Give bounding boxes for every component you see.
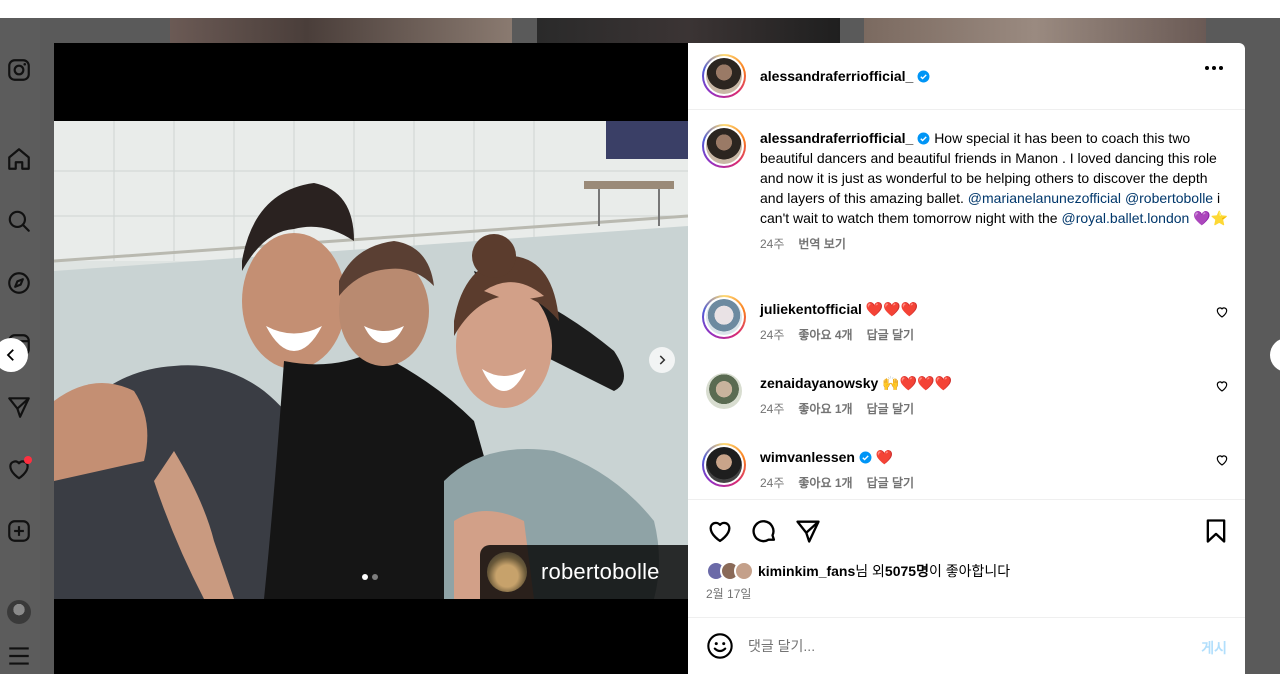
post-comment-button[interactable]: 게시 — [1201, 638, 1227, 658]
commenter-username[interactable]: zenaidayanowsky — [760, 375, 878, 391]
emoji-icon[interactable] — [706, 632, 734, 660]
browser-top-strip — [0, 0, 1280, 18]
reply-button[interactable]: 답글 달기 — [867, 473, 915, 493]
comment-icon[interactable] — [750, 517, 778, 545]
carousel-dot — [372, 574, 378, 580]
carousel-dots — [362, 574, 378, 580]
verified-badge-icon — [859, 451, 872, 464]
feed-thumbnail-2 — [537, 18, 840, 43]
commenter-username[interactable]: juliekentofficial — [760, 301, 862, 317]
mention-marianelanunez[interactable]: @marianelanunezofficial — [968, 190, 1121, 206]
caption-time[interactable]: 24주 — [760, 234, 784, 254]
caption: alessandraferriofficial_ How special it … — [702, 124, 1229, 254]
verified-badge-icon — [917, 132, 930, 145]
create-icon[interactable] — [4, 516, 34, 546]
comment-item: juliekentofficial ❤️❤️❤️ 24주 좋아요 4개 답글 달… — [702, 295, 1229, 345]
feed-thumbnail-1 — [170, 18, 512, 43]
comment-text: ❤️❤️❤️ — [865, 301, 919, 317]
post-photo — [54, 121, 688, 599]
comment-item: zenaidayanowsky 🙌❤️❤️❤️ 24주 좋아요 1개 답글 달기 — [702, 369, 1229, 419]
commenter-avatar — [706, 447, 742, 483]
carousel-next-button[interactable] — [649, 347, 675, 373]
author-avatar — [706, 58, 742, 94]
commenter-avatar — [706, 299, 742, 335]
author-username[interactable]: alessandraferriofficial_ — [760, 68, 913, 84]
add-comment-bar: 게시 — [688, 617, 1245, 674]
tag-username: robertobolle — [541, 559, 660, 584]
likes-suffix: 님 외 — [855, 563, 885, 579]
profile-avatar[interactable] — [7, 600, 31, 624]
comment-avatar-ring[interactable] — [702, 443, 746, 487]
comment-time[interactable]: 24주 — [760, 325, 784, 345]
search-icon[interactable] — [4, 206, 34, 236]
explore-icon[interactable] — [4, 268, 34, 298]
notifications-icon[interactable] — [4, 454, 34, 484]
feed-thumbnail-3 — [864, 18, 1206, 43]
post-sidebar: alessandraferriofficial_ alessandraferri… — [688, 43, 1245, 674]
next-post-button[interactable] — [1270, 338, 1280, 372]
heart-icon[interactable] — [706, 517, 734, 545]
save-icon[interactable] — [1202, 517, 1230, 545]
comment-likes[interactable]: 좋아요 1개 — [798, 399, 852, 419]
mention-royal-ballet[interactable]: @royal.ballet.london — [1061, 210, 1189, 226]
liker-username[interactable]: kiminkim_fans — [758, 563, 855, 579]
comment-text: 🙌❤️❤️❤️ — [882, 375, 952, 391]
notification-dot — [24, 456, 32, 464]
comment-item: wimvanlessen ❤️ 24주 좋아요 1개 답글 달기 — [702, 443, 1229, 493]
comments-list: alessandraferriofficial_ How special it … — [688, 110, 1245, 499]
chevron-right-icon — [659, 355, 666, 365]
reply-button[interactable]: 답글 달기 — [867, 325, 915, 345]
home-icon[interactable] — [4, 144, 34, 174]
instagram-icon[interactable] — [4, 55, 34, 85]
comment-input[interactable] — [748, 638, 1168, 654]
comment-avatar-ring[interactable] — [702, 369, 746, 413]
comment-like-heart-icon[interactable] — [1215, 305, 1229, 319]
likes-tail: 이 좋아합니다 — [928, 563, 1011, 579]
post-date[interactable]: 2월 17일 — [706, 585, 751, 602]
verified-badge-icon — [917, 70, 930, 82]
carousel-dot-active — [362, 574, 368, 580]
reply-button[interactable]: 답글 달기 — [867, 399, 915, 419]
comment-like-heart-icon[interactable] — [1215, 453, 1229, 467]
menu-icon[interactable] — [4, 641, 34, 671]
messages-icon[interactable] — [4, 392, 34, 422]
translate-link[interactable]: 번역 보기 — [798, 234, 846, 254]
share-icon[interactable] — [794, 517, 822, 545]
caption-avatar — [706, 128, 742, 164]
comment-like-heart-icon[interactable] — [1215, 379, 1229, 393]
likes-summary[interactable]: kiminkim_fans 님 외 5075명 이 좋아합니다 — [706, 561, 1010, 581]
tag-avatar — [487, 552, 527, 592]
comment-text: ❤️ — [875, 449, 894, 465]
post-modal: robertobolle alessandraferriofficial_ al… — [54, 43, 1245, 674]
caption-avatar-ring[interactable] — [702, 124, 746, 168]
commenter-avatar — [706, 373, 742, 409]
comment-likes[interactable]: 좋아요 4개 — [798, 325, 852, 345]
author-avatar-ring[interactable] — [702, 54, 746, 98]
comment-time[interactable]: 24주 — [760, 473, 784, 493]
photo-tag-overlay[interactable]: robertobolle — [480, 545, 688, 599]
comment-time[interactable]: 24주 — [760, 399, 784, 419]
caption-username[interactable]: alessandraferriofficial_ — [760, 130, 913, 146]
post-actions: kiminkim_fans 님 외 5075명 이 좋아합니다 2월 17일 — [688, 499, 1245, 617]
comment-avatar-ring[interactable] — [702, 295, 746, 339]
commenter-username[interactable]: wimvanlessen — [760, 449, 855, 465]
comment-likes[interactable]: 좋아요 1개 — [798, 473, 852, 493]
post-header: alessandraferriofficial_ — [688, 43, 1245, 110]
liker-avatar — [734, 561, 754, 581]
likes-count[interactable]: 5075명 — [885, 561, 929, 581]
chevron-left-icon — [6, 349, 14, 361]
mention-robertobolle[interactable]: @robertobolle — [1125, 190, 1213, 206]
post-media: robertobolle — [54, 43, 688, 674]
caption-emoji: 💜⭐ — [1193, 210, 1229, 226]
more-options-button[interactable] — [1205, 66, 1223, 70]
